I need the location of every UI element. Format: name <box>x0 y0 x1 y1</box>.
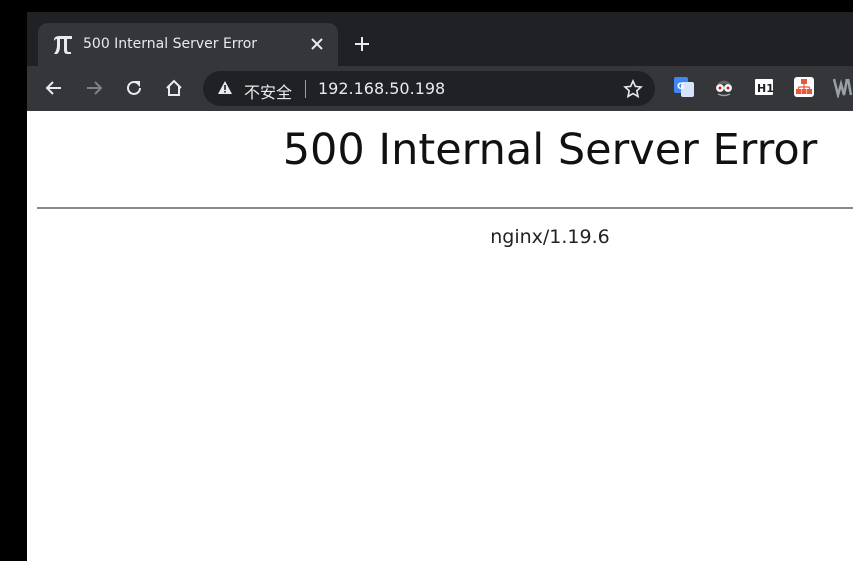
url-text[interactable]: 192.168.50.198 <box>318 79 445 98</box>
warning-icon[interactable] <box>217 80 233 96</box>
pi-icon <box>54 36 72 54</box>
star-icon[interactable] <box>623 79 643 99</box>
separator <box>305 80 306 98</box>
tab-title: 500 Internal Server Error <box>83 36 258 52</box>
close-icon[interactable] <box>308 35 326 53</box>
reload-icon[interactable] <box>124 78 144 98</box>
partial-extension-icon[interactable] <box>833 76 853 98</box>
back-arrow-icon[interactable] <box>44 78 64 98</box>
sitemap-icon[interactable] <box>793 76 815 98</box>
server-signature: nginx/1.19.6 <box>490 226 610 248</box>
google-translate-icon[interactable]: G <box>673 76 695 98</box>
screen-edge-left <box>0 0 27 561</box>
h1-icon[interactable]: H1 <box>753 76 775 98</box>
security-label[interactable]: 不安全 <box>244 79 292 103</box>
horizontal-rule <box>37 207 853 209</box>
svg-text:G: G <box>677 82 684 92</box>
tab-strip: 500 Internal Server Error <box>27 12 853 66</box>
screen-edge-top <box>0 0 853 12</box>
svg-text:H1: H1 <box>757 82 774 95</box>
forward-arrow-icon[interactable] <box>84 78 104 98</box>
address-bar[interactable]: 不安全 192.168.50.198 <box>203 71 655 106</box>
home-icon[interactable] <box>164 78 184 98</box>
spy-glasses-icon[interactable] <box>713 76 735 98</box>
new-tab-icon[interactable] <box>353 35 371 53</box>
toolbar: 不安全 192.168.50.198 G H1 <box>27 66 853 111</box>
page-content: 500 Internal Server Error nginx/1.19.6 <box>27 111 853 561</box>
browser-window: 500 Internal Server Error 不安全 192.168.50… <box>27 12 853 561</box>
active-tab[interactable]: 500 Internal Server Error <box>38 23 338 66</box>
page-title: 500 Internal Server Error <box>282 125 818 175</box>
